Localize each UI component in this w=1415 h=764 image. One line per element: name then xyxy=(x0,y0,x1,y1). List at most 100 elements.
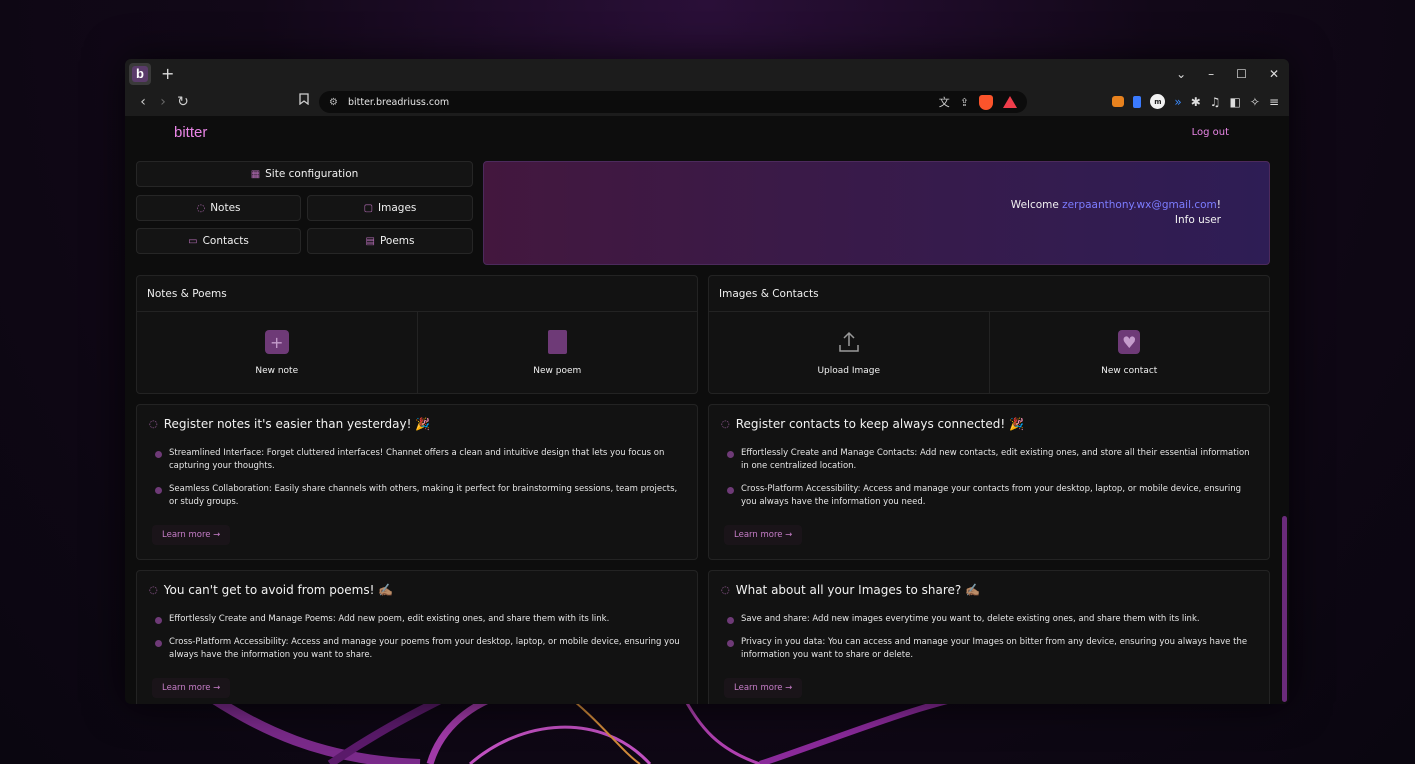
back-icon[interactable]: ‹ xyxy=(133,94,153,110)
scrollbar[interactable] xyxy=(1282,516,1287,702)
browser-tab[interactable]: b xyxy=(129,62,151,85)
media-icon[interactable]: ♫ xyxy=(1210,95,1221,109)
new-poem-button[interactable]: New poem xyxy=(418,312,698,393)
upload-image-label: Upload Image xyxy=(817,366,881,376)
maximize-icon[interactable]: ☐ xyxy=(1236,67,1247,81)
new-tab-button[interactable]: + xyxy=(161,64,174,83)
contact-card-icon: ♥ xyxy=(1118,330,1141,354)
feature-bullet: Streamlined Interface: Forget cluttered … xyxy=(155,447,681,473)
poems-icon: ▤ xyxy=(365,235,375,247)
upload-image-button[interactable]: Upload Image xyxy=(709,312,990,393)
tab-search-icon[interactable]: ⌄ xyxy=(1176,67,1186,81)
address-bar-actions: 文 ⇪ xyxy=(939,94,1017,110)
welcome-suffix: ! xyxy=(1216,199,1221,211)
feature-title: ◌ What about all your Images to share? ✍… xyxy=(721,583,980,597)
notes-feature-card: ◌ Register notes it's easier than yester… xyxy=(136,404,698,560)
welcome-prefix: Welcome xyxy=(1010,199,1063,211)
tab-favicon: b xyxy=(132,65,148,82)
notes-icon: ◌ xyxy=(149,418,158,430)
images-feature-card: ◌ What about all your Images to share? ✍… xyxy=(708,570,1270,704)
extensions-puzzle-icon[interactable]: ✱ xyxy=(1191,95,1201,109)
learn-more-button[interactable]: Learn more → xyxy=(152,678,231,698)
bitwarden-icon[interactable] xyxy=(1133,95,1142,108)
notes-button[interactable]: ◌ Notes xyxy=(136,195,301,221)
feature-bullet: Privacy in you data: You can access and … xyxy=(727,636,1253,662)
browser-toolbar: ‹ › ↻ ⚙ bitter.breadriuss.com 文 ⇪ m » ✱ … xyxy=(125,88,1289,116)
images-contacts-panel: Images & Contacts Upload Image ♥ New con… xyxy=(708,275,1270,394)
welcome-banner: Welcome zerpaanthony.wx@gmail.com! Info … xyxy=(483,161,1270,265)
new-contact-button[interactable]: ♥ New contact xyxy=(990,312,1270,393)
translate-icon[interactable]: 文 xyxy=(939,94,950,110)
contacts-icon: ◌ xyxy=(721,418,730,430)
reload-icon[interactable]: ↻ xyxy=(173,94,193,110)
panel-actions: + New note New poem xyxy=(137,312,698,393)
feature-title-text: Register contacts to keep always connect… xyxy=(735,417,1024,431)
site-configuration-button[interactable]: ▦ Site configuration xyxy=(136,161,473,187)
title-bar: b + ⌄ – ☐ ✕ xyxy=(125,59,1289,88)
feature-title-text: Register notes it's easier than yesterda… xyxy=(163,417,431,431)
feature-title: ◌ Register notes it's easier than yester… xyxy=(149,417,430,431)
images-label: Images xyxy=(378,202,417,214)
extension-wave-icon[interactable]: » xyxy=(1174,95,1181,109)
contacts-feature-card: ◌ Register contacts to keep always conne… xyxy=(708,404,1270,560)
share-icon[interactable]: ⇪ xyxy=(960,96,969,109)
contacts-button[interactable]: ▭ Contacts xyxy=(136,228,301,254)
welcome-message: Welcome zerpaanthony.wx@gmail.com! xyxy=(1011,199,1221,211)
new-note-label: New note xyxy=(255,366,299,376)
bookmark-icon[interactable] xyxy=(299,93,309,109)
brave-shields-icon[interactable] xyxy=(979,94,993,110)
feature-title-text: What about all your Images to share? ✍🏽 xyxy=(735,583,981,597)
page-content: bitter Log out ▦ Site configuration ◌ No… xyxy=(125,116,1289,704)
site-settings-icon[interactable]: ⚙ xyxy=(329,97,338,108)
plus-icon: + xyxy=(264,330,289,354)
metamask-icon[interactable] xyxy=(1112,96,1125,107)
feature-title-text: You can't get to avoid from poems! ✍🏽 xyxy=(163,583,394,597)
forward-icon[interactable]: › xyxy=(153,94,173,110)
new-note-button[interactable]: + New note xyxy=(137,312,418,393)
logout-link[interactable]: Log out xyxy=(1192,127,1229,138)
feature-bullet: Cross-Platform Accessibility: Access and… xyxy=(727,483,1253,509)
panel-title: Images & Contacts xyxy=(709,276,1269,312)
learn-more-button[interactable]: Learn more → xyxy=(152,525,231,545)
poems-button[interactable]: ▤ Poems xyxy=(307,228,473,254)
book-icon xyxy=(547,330,567,354)
feature-bullet: Effortlessly Create and Manage Contacts:… xyxy=(727,447,1253,473)
contacts-label: Contacts xyxy=(202,235,249,247)
window-controls: ⌄ – ☐ ✕ xyxy=(1176,59,1279,88)
config-icon: ▦ xyxy=(250,168,261,180)
contacts-icon: ▭ xyxy=(188,235,198,247)
notes-icon: ◌ xyxy=(196,202,206,214)
feature-bullet: Effortlessly Create and Manage Poems: Ad… xyxy=(155,613,681,626)
feature-bullet: Cross-Platform Accessibility: Access and… xyxy=(155,636,681,662)
minimize-icon[interactable]: – xyxy=(1208,67,1214,81)
address-bar[interactable]: ⚙ bitter.breadriuss.com 文 ⇪ xyxy=(319,91,1027,113)
poems-icon: ◌ xyxy=(149,584,158,596)
learn-more-button[interactable]: Learn more → xyxy=(724,678,803,698)
learn-more-button[interactable]: Learn more → xyxy=(724,525,803,545)
new-poem-label: New poem xyxy=(533,366,582,376)
brave-rewards-icon[interactable] xyxy=(1003,96,1017,108)
leo-ai-icon[interactable]: ✧ xyxy=(1250,95,1260,109)
brand-logo[interactable]: bitter xyxy=(174,124,207,141)
notes-label: Notes xyxy=(210,202,241,214)
images-icon: ◌ xyxy=(721,584,730,596)
extension-avatar-icon[interactable]: m xyxy=(1150,94,1166,109)
panel-title: Notes & Poems xyxy=(137,276,697,312)
sidebar-icon[interactable]: ◧ xyxy=(1230,95,1241,109)
close-icon[interactable]: ✕ xyxy=(1269,67,1279,81)
images-icon: ▢ xyxy=(363,202,374,214)
feature-bullet: Save and share: Add new images everytime… xyxy=(727,613,1253,626)
upload-icon xyxy=(837,330,861,354)
notes-poems-panel: Notes & Poems + New note New poem xyxy=(136,275,698,394)
feature-title: ◌ You can't get to avoid from poems! ✍🏽 xyxy=(149,583,393,597)
feature-title: ◌ Register contacts to keep always conne… xyxy=(721,417,1024,431)
feature-bullet: Seamless Collaboration: Easily share cha… xyxy=(155,483,681,509)
extensions-bar: m » ✱ ♫ ◧ ✧ ≡ xyxy=(1112,94,1279,109)
user-email[interactable]: zerpaanthony.wx@gmail.com xyxy=(1062,199,1217,211)
menu-icon[interactable]: ≡ xyxy=(1269,95,1279,109)
site-configuration-label: Site configuration xyxy=(265,168,359,180)
browser-window: b + ⌄ – ☐ ✕ ‹ › ↻ ⚙ bitter.breadriuss.co… xyxy=(125,59,1289,704)
images-button[interactable]: ▢ Images xyxy=(307,195,473,221)
new-contact-label: New contact xyxy=(1101,366,1158,376)
info-user-link[interactable]: Info user xyxy=(1175,214,1221,226)
